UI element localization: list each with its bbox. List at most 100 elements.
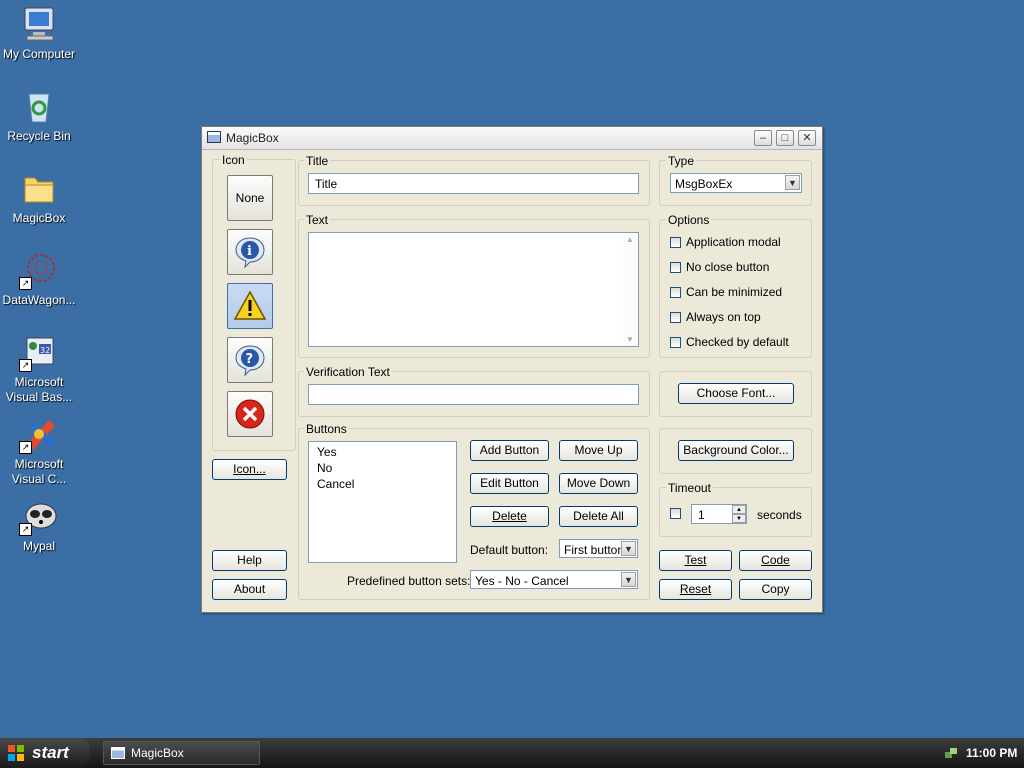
checkbox-box[interactable] [670, 286, 681, 298]
svg-text:?: ? [246, 352, 254, 367]
shortcut-arrow-icon: ↗ [19, 523, 32, 536]
delete-label: Delete [492, 509, 527, 523]
list-item[interactable]: No [317, 461, 332, 475]
buttons-list[interactable]: Yes No Cancel [308, 441, 457, 563]
icon-none-button[interactable]: None [227, 175, 273, 221]
type-select-value: MsgBoxEx [675, 177, 733, 191]
add-button-button[interactable]: Add Button [470, 440, 549, 461]
minimize-button[interactable]: – [754, 130, 772, 146]
default-button-select[interactable]: First button ▼ [559, 539, 638, 558]
close-button[interactable]: ✕ [798, 130, 816, 146]
list-item[interactable]: Cancel [317, 477, 354, 491]
timeout-checkbox[interactable] [670, 508, 681, 519]
background-color-button[interactable]: Background Color... [678, 440, 794, 461]
icon-info-button[interactable]: i [227, 229, 273, 275]
desktop-icon-datawagon[interactable]: ↗ DataWagon... [0, 250, 78, 308]
edit-button-button[interactable]: Edit Button [470, 473, 549, 494]
copy-label: Copy [761, 582, 790, 596]
chevron-down-icon[interactable]: ▼ [621, 572, 636, 587]
desktop-icon-visual-basic[interactable]: 32 ↗ Microsoft Visual Bas... [0, 332, 78, 405]
delete-button[interactable]: Delete [470, 506, 549, 527]
title-input[interactable]: Title [308, 173, 639, 194]
checkbox-box[interactable] [670, 261, 681, 273]
icon-error-button[interactable] [227, 391, 273, 437]
spin-up-icon[interactable]: ▲ [732, 505, 746, 514]
chevron-down-icon[interactable]: ▼ [621, 541, 636, 556]
desktop-icon-visual-c[interactable]: ↗ Microsoft Visual C... [0, 414, 78, 487]
taskbar-item-magicbox[interactable]: MagicBox [103, 741, 260, 765]
verification-input[interactable] [308, 384, 639, 405]
datawagon-icon: ↗ [19, 250, 59, 290]
maximize-button[interactable]: □ [776, 130, 794, 146]
desktop-icon-recycle-bin[interactable]: Recycle Bin [0, 86, 78, 144]
checkbox-box[interactable] [670, 236, 681, 248]
desktop-icon-magicbox[interactable]: MagicBox [0, 168, 78, 226]
start-label: start [32, 743, 69, 762]
move-down-button[interactable]: Move Down [559, 473, 638, 494]
icon-browse-button[interactable]: Icon... [212, 459, 287, 480]
clock[interactable]: 11:00 PM [966, 746, 1017, 760]
about-label: About [233, 582, 266, 596]
computer-icon [19, 4, 59, 44]
checkbox-box[interactable] [670, 311, 681, 323]
buttons-group-label: Buttons [304, 422, 349, 436]
text-area[interactable]: ▲ ▼ [308, 232, 639, 347]
timeout-input[interactable]: 1 ▲ ▼ [691, 504, 747, 524]
test-button[interactable]: Test [659, 550, 732, 571]
checkbox-always-on-top[interactable]: Always on top [670, 310, 761, 324]
type-select[interactable]: MsgBoxEx ▼ [670, 173, 802, 193]
predefined-button-sets-label: Predefined button sets: [347, 574, 471, 588]
move-up-label: Move Up [574, 443, 623, 457]
spin-down-icon[interactable]: ▼ [732, 514, 746, 523]
chevron-down-icon[interactable]: ▼ [785, 175, 800, 190]
choose-font-button[interactable]: Choose Font... [678, 383, 794, 404]
start-button[interactable]: start [0, 738, 90, 768]
magicbox-window: MagicBox – □ ✕ Icon None i ? Icon... Hel… [201, 126, 823, 613]
verification-group-label: Verification Text [304, 365, 392, 379]
text-group-label: Text [304, 213, 331, 227]
type-group-label: Type [666, 154, 697, 168]
add-button-label: Add Button [479, 443, 540, 457]
move-up-button[interactable]: Move Up [559, 440, 638, 461]
predefined-button-sets-select[interactable]: Yes - No - Cancel ▼ [470, 570, 638, 589]
checkbox-label: Always on top [686, 310, 761, 324]
desktop-icon-mypal[interactable]: ↗ Mypal [0, 496, 78, 554]
reset-button[interactable]: Reset [659, 579, 732, 600]
system-tray: 11:00 PM [934, 738, 1024, 768]
title-input-value: Title [315, 177, 338, 191]
checkbox-box[interactable] [670, 336, 681, 348]
visual-basic-icon: 32 ↗ [19, 332, 59, 372]
desktop-icon-label: Microsoft Visual Bas... [5, 375, 73, 404]
title-bar[interactable]: MagicBox – □ ✕ [202, 127, 822, 150]
svg-text:i: i [247, 244, 252, 259]
icon-browse-label: Icon... [233, 462, 266, 476]
options-group-label: Options [666, 213, 712, 227]
about-button[interactable]: About [212, 579, 287, 600]
checkbox-label: Can be minimized [686, 285, 783, 299]
desktop-icon-label: My Computer [2, 47, 76, 61]
checkbox-no-close-button[interactable]: No close button [670, 260, 769, 274]
shortcut-arrow-icon: ↗ [19, 359, 32, 372]
help-button[interactable]: Help [212, 550, 287, 571]
checkbox-box[interactable] [670, 508, 681, 519]
network-icon[interactable] [944, 746, 958, 760]
recycle-bin-icon [19, 86, 59, 126]
desktop-icon-label: Microsoft Visual C... [11, 457, 67, 486]
code-button[interactable]: Code [739, 550, 812, 571]
window-title: MagicBox [226, 131, 279, 145]
folder-icon [19, 168, 59, 208]
desktop-icon-my-computer[interactable]: My Computer [0, 4, 78, 62]
copy-button[interactable]: Copy [739, 579, 812, 600]
scroll-down-icon[interactable]: ▼ [626, 335, 634, 344]
checkbox-checked-by-default[interactable]: Checked by default [670, 335, 789, 349]
list-item[interactable]: Yes [317, 445, 337, 459]
icon-question-button[interactable]: ? [227, 337, 273, 383]
checkbox-application-modal[interactable]: Application modal [670, 235, 781, 249]
info-icon: i [235, 237, 265, 269]
taskbar: start MagicBox 11:00 PM [0, 738, 1024, 768]
delete-all-button[interactable]: Delete All [559, 506, 638, 527]
text-area-scrollbar[interactable]: ▲ ▼ [623, 233, 638, 346]
icon-warning-button[interactable] [227, 283, 273, 329]
checkbox-can-be-minimized[interactable]: Can be minimized [670, 285, 782, 299]
scroll-up-icon[interactable]: ▲ [626, 235, 634, 244]
